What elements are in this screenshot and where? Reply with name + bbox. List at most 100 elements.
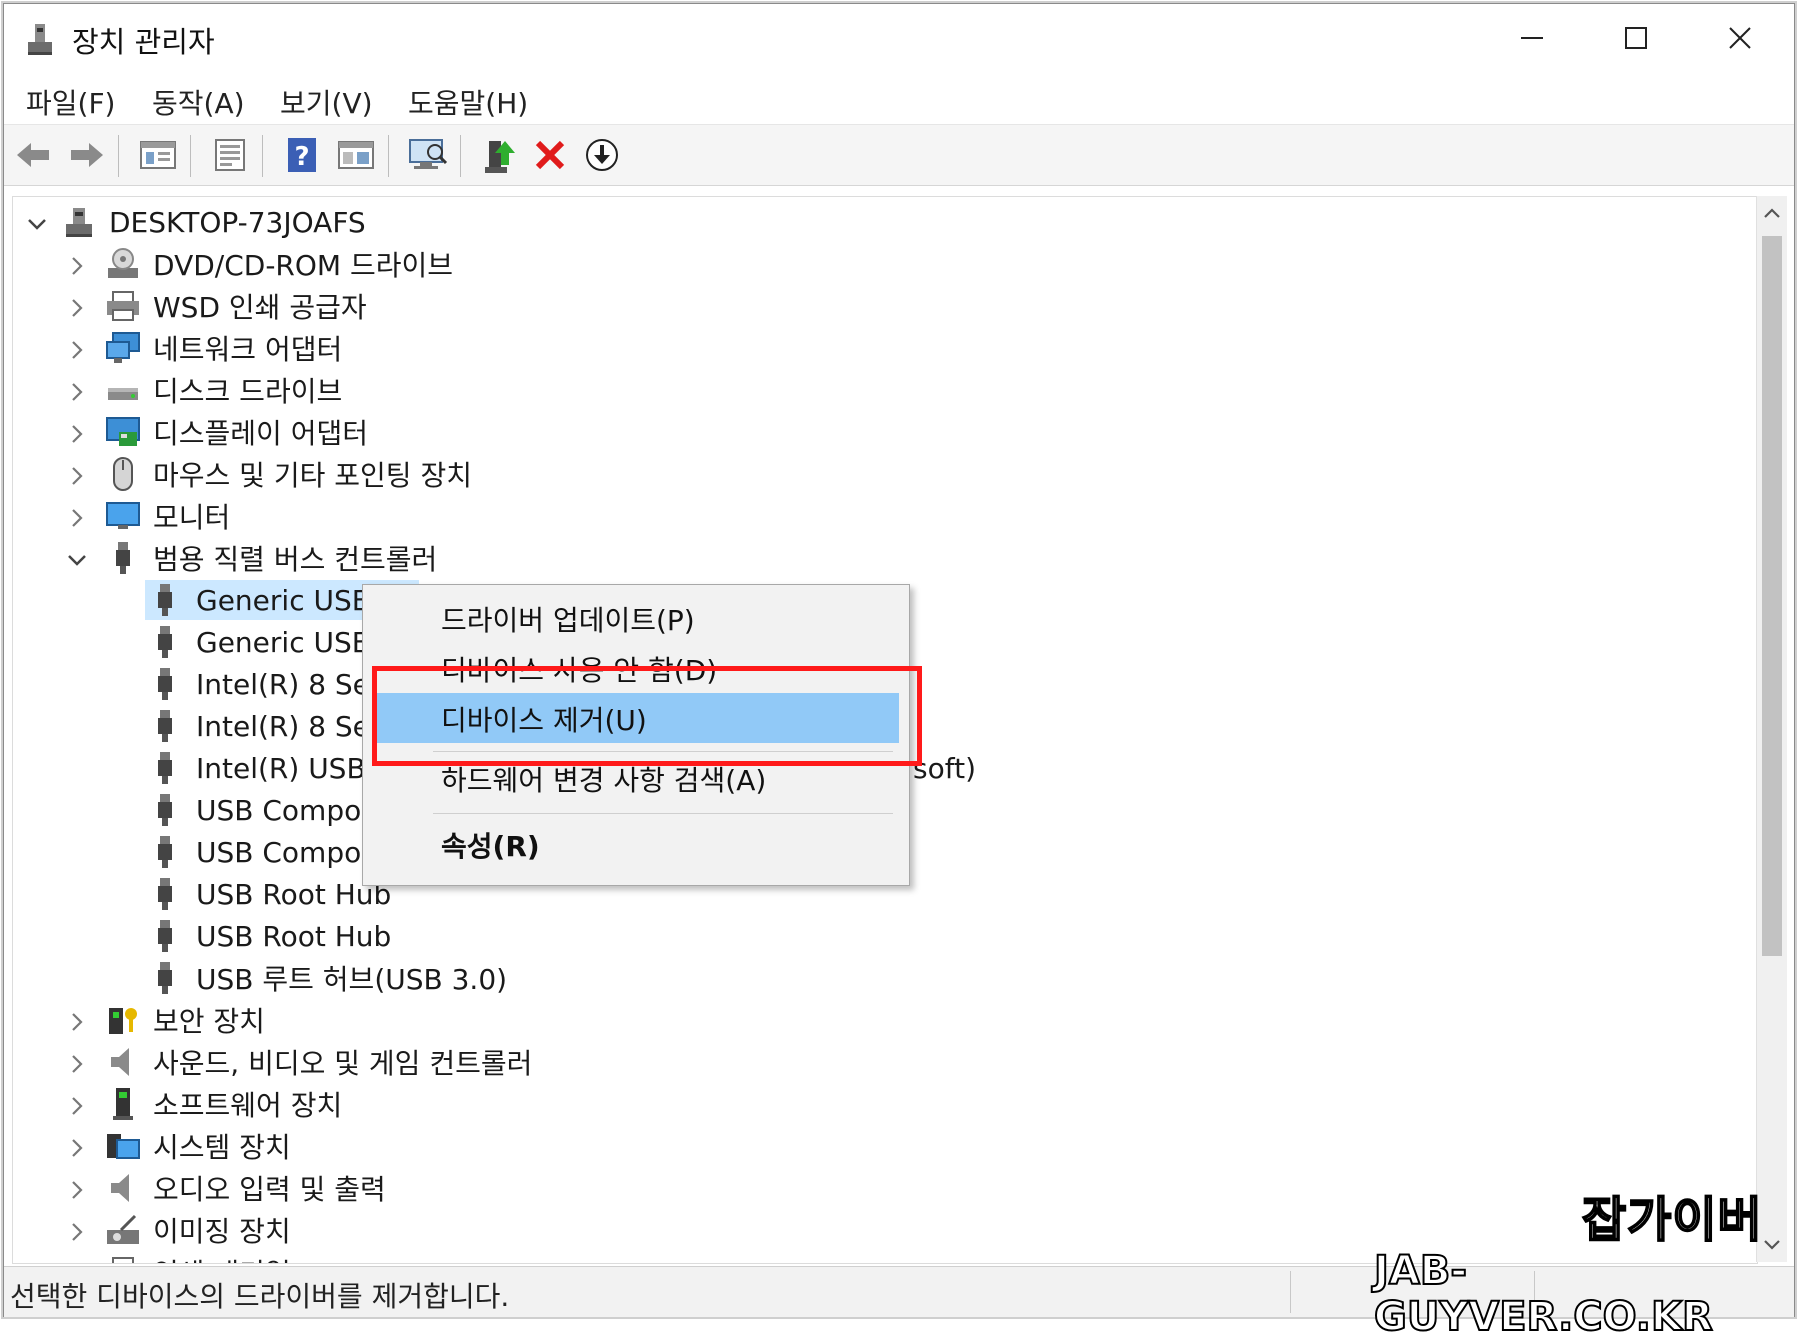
usb-icon — [147, 960, 183, 996]
chevron-right-icon[interactable] — [65, 1176, 89, 1200]
software-device-icon — [105, 1086, 141, 1122]
tree-category[interactable]: 사운드, 비디오 및 게임 컨트롤러 — [13, 1043, 713, 1081]
usb-icon — [147, 750, 183, 786]
tree-category[interactable]: DVD/CD-ROM 드라이브 — [13, 245, 713, 283]
tree-device[interactable]: USB 루트 허브(USB 3.0) — [13, 959, 713, 997]
device-manager-icon — [24, 20, 56, 56]
device-view-icon[interactable] — [136, 133, 180, 177]
properties-icon[interactable] — [208, 133, 252, 177]
back-arrow-icon[interactable] — [12, 133, 56, 177]
toolbar: ? — [4, 125, 1794, 186]
chevron-right-icon[interactable] — [65, 1260, 89, 1263]
menu-view[interactable]: 보기(V) — [280, 82, 373, 122]
window-title: 장치 관리자 — [72, 25, 215, 59]
camera-icon — [105, 1212, 141, 1248]
title-bar[interactable]: 장치 관리자 — [4, 4, 1794, 72]
svg-text:?: ? — [294, 142, 309, 172]
tree-device-label: Intel(R) 8 Ser — [196, 667, 382, 701]
tree-category[interactable]: 보안 장치 — [13, 1001, 713, 1039]
mouse-icon — [105, 456, 141, 492]
tree-category-label: 네트워크 어댑터 — [153, 333, 343, 366]
toolbar-separator — [460, 135, 461, 177]
network-icon — [105, 330, 141, 366]
tree-category[interactable]: WSD 인쇄 공급자 — [13, 287, 713, 325]
scroll-up-icon[interactable] — [1757, 196, 1787, 230]
scrollbar-thumb[interactable] — [1762, 236, 1782, 956]
chevron-right-icon[interactable] — [65, 420, 89, 444]
menu-file[interactable]: 파일(F) — [26, 82, 115, 122]
chevron-right-icon[interactable] — [65, 1050, 89, 1074]
toolbar-separator — [190, 135, 191, 177]
tree-category[interactable]: 마우스 및 기타 포인팅 장치 — [13, 455, 713, 493]
watermark-korean: 잡가이버 — [1581, 1191, 1763, 1249]
toolbar-separator — [118, 135, 119, 177]
tree-category-label: 모니터 — [153, 501, 231, 534]
minimize-button[interactable] — [1482, 10, 1582, 66]
update-driver-icon[interactable] — [478, 133, 522, 177]
status-divider — [1290, 1271, 1291, 1313]
security-key-icon — [105, 1002, 141, 1038]
printer-icon — [105, 1254, 141, 1263]
tree-category[interactable]: 디스크 드라이브 — [13, 371, 713, 409]
chevron-right-icon[interactable] — [65, 336, 89, 360]
chevron-right-icon[interactable] — [65, 294, 89, 318]
vertical-scrollbar[interactable] — [1756, 196, 1787, 1262]
tree-device-label: USB Compos — [196, 835, 376, 869]
tree-device-label: Intel(R) 8 Ser — [196, 709, 382, 743]
tree-category-label: 사운드, 비디오 및 게임 컨트롤러 — [153, 1047, 533, 1080]
speaker-icon — [105, 1044, 141, 1080]
chevron-right-icon[interactable] — [65, 1008, 89, 1032]
chevron-down-icon[interactable] — [65, 546, 89, 570]
tree-category[interactable]: 네트워크 어댑터 — [13, 329, 713, 367]
chevron-right-icon[interactable] — [65, 462, 89, 486]
chevron-right-icon[interactable] — [65, 1134, 89, 1158]
display-adapter-icon — [105, 414, 141, 450]
toolbar-separator — [388, 135, 389, 177]
forward-arrow-icon[interactable] — [64, 133, 108, 177]
printer-icon — [105, 288, 141, 324]
tree-device[interactable]: USB Root Hub — [13, 917, 713, 955]
tree-category[interactable]: 이미징 장치 — [13, 1211, 713, 1249]
chevron-down-icon[interactable] — [25, 210, 49, 234]
menu-item-properties[interactable]: 속성(R) — [441, 825, 540, 865]
system-folder-icon — [105, 1128, 141, 1164]
tree-category[interactable]: 시스템 장치 — [13, 1127, 713, 1165]
usb-icon — [147, 918, 183, 954]
device-manager-window: 장치 관리자 파일(F) 동작(A) 보기(V) 도움말(H) ? DESKTO… — [3, 3, 1795, 1340]
tree-root[interactable]: DESKTOP-73JOAFS — [13, 203, 413, 241]
tree-category[interactable]: 소프트웨어 장치 — [13, 1085, 713, 1123]
tree-category-label: DVD/CD-ROM 드라이브 — [153, 249, 454, 282]
tree-category-label: 디스크 드라이브 — [153, 375, 343, 408]
tree-category[interactable]: 오디오 입력 및 출력 — [13, 1169, 713, 1207]
menu-action[interactable]: 동작(A) — [152, 82, 245, 122]
tree-category-label: 이미징 장치 — [153, 1215, 291, 1248]
menu-help[interactable]: 도움말(H) — [408, 82, 528, 122]
computer-icon — [61, 204, 97, 240]
tree-category[interactable]: 인쇄 대기열 — [13, 1253, 713, 1263]
chevron-right-icon[interactable] — [65, 378, 89, 402]
maximize-button[interactable] — [1586, 10, 1686, 66]
uninstall-icon[interactable] — [528, 133, 572, 177]
action-view-icon[interactable] — [334, 133, 378, 177]
close-button[interactable] — [1690, 10, 1790, 66]
chevron-right-icon[interactable] — [65, 252, 89, 276]
status-text: 선택한 디바이스의 드라이버를 제거합니다. — [10, 1280, 510, 1313]
tree-category-label: 보안 장치 — [153, 1005, 265, 1038]
help-icon[interactable]: ? — [280, 133, 324, 177]
menu-item-update-driver[interactable]: 드라이버 업데이트(P) — [441, 599, 695, 639]
scan-hardware-icon[interactable] — [406, 133, 450, 177]
tree-category[interactable]: 모니터 — [13, 497, 713, 535]
tree-category-label: 시스템 장치 — [153, 1131, 291, 1164]
tree-category-expanded[interactable]: 범용 직렬 버스 컨트롤러 — [13, 539, 713, 577]
chevron-right-icon[interactable] — [65, 1218, 89, 1242]
chevron-right-icon[interactable] — [65, 504, 89, 528]
chevron-right-icon[interactable] — [65, 1092, 89, 1116]
tree-device-label: Generic USB — [196, 625, 371, 659]
speaker-icon — [105, 1170, 141, 1206]
tree-category-label: 디스플레이 어댑터 — [153, 417, 368, 450]
tree-category-label: 마우스 및 기타 포인팅 장치 — [153, 459, 472, 492]
tree-device-label: USB 루트 허브(USB 3.0) — [196, 963, 508, 996]
tree-category[interactable]: 디스플레이 어댑터 — [13, 413, 713, 451]
tree-category-label: WSD 인쇄 공급자 — [153, 291, 367, 324]
download-icon[interactable] — [580, 133, 624, 177]
